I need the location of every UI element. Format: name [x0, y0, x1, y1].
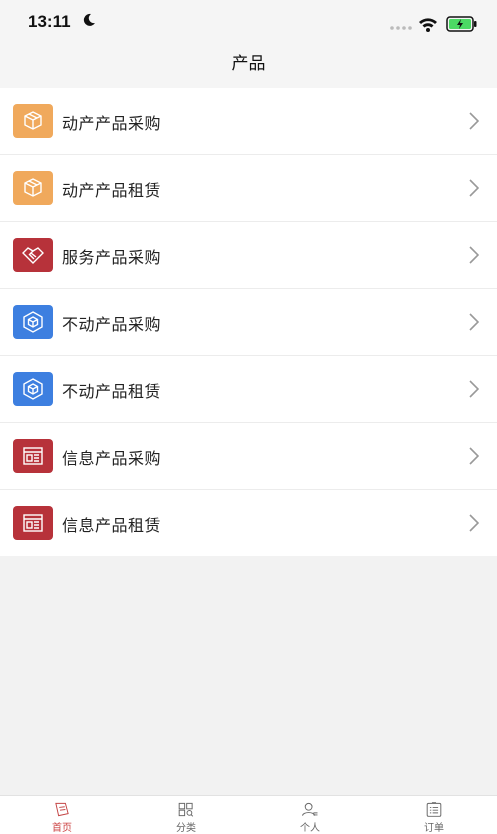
box-icon [13, 104, 53, 138]
document-icon [13, 506, 53, 540]
moon-icon [83, 13, 95, 26]
tab-home[interactable]: 首页 [0, 796, 124, 834]
chevron-right-icon [469, 447, 479, 465]
battery-icon [446, 16, 477, 32]
home-icon [55, 802, 69, 817]
cube-icon [13, 372, 53, 406]
tab-orders[interactable]: 订单 [372, 796, 496, 834]
tab-label: 首页 [52, 823, 72, 834]
chevron-right-icon [469, 246, 479, 264]
status-bar: 13:11 [0, 0, 497, 34]
list-item-label: 动产产品租赁 [62, 181, 162, 200]
handshake-icon [13, 238, 53, 272]
box-icon [13, 171, 53, 205]
list-item-label: 服务产品采购 [62, 248, 162, 267]
list-item[interactable]: 不动产品采购 [0, 289, 497, 356]
list-item-label: 信息产品采购 [62, 449, 162, 468]
list-item-label: 信息产品租赁 [62, 516, 162, 535]
list-item[interactable]: 信息产品采购 [0, 423, 497, 490]
tab-user[interactable]: 个人 [248, 796, 372, 834]
tab-label: 分类 [176, 823, 196, 834]
cube-icon [13, 305, 53, 339]
tab-bar: 首页 分类 个人 订单 [0, 795, 497, 834]
tab-category[interactable]: 分类 [124, 796, 248, 834]
document-icon [13, 439, 53, 473]
clipboard-icon [426, 802, 442, 817]
tab-label: 订单 [424, 823, 444, 834]
list-item-label: 不动产品租赁 [62, 382, 162, 401]
chevron-right-icon [469, 514, 479, 532]
list-item[interactable]: 动产产品采购 [0, 88, 497, 155]
list-item[interactable]: 动产产品租赁 [0, 155, 497, 222]
chevron-right-icon [469, 112, 479, 130]
list-item-label: 不动产品采购 [62, 315, 162, 334]
nav-bar: 产品 [0, 34, 497, 88]
list-item[interactable]: 信息产品租赁 [0, 490, 497, 556]
product-list: 动产产品采购 动产产品租赁 服务产品采购 不动产品采购 不动产品租赁 信息产品采… [0, 88, 497, 556]
user-icon [302, 802, 318, 816]
wifi-icon [419, 18, 437, 32]
tab-label: 个人 [300, 823, 320, 834]
status-time: 13:11 [28, 12, 71, 31]
chevron-right-icon [469, 313, 479, 331]
page-title: 产品 [231, 53, 266, 74]
chevron-right-icon [469, 179, 479, 197]
category-icon [178, 802, 194, 817]
list-item[interactable]: 不动产品租赁 [0, 356, 497, 423]
chevron-right-icon [469, 380, 479, 398]
signal-icon [390, 26, 412, 30]
list-item[interactable]: 服务产品采购 [0, 222, 497, 289]
list-item-label: 动产产品采购 [62, 114, 162, 133]
